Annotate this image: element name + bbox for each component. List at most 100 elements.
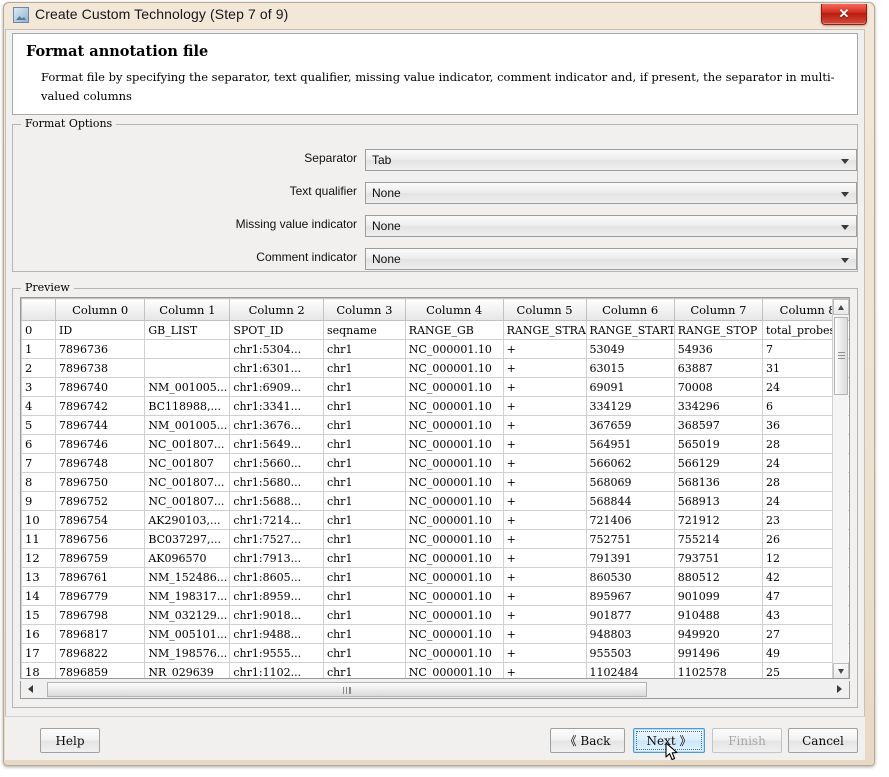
table-cell[interactable]: chr1 <box>323 511 405 530</box>
table-cell[interactable]: NM_001005... <box>145 378 230 397</box>
table-cell[interactable]: seqname <box>323 321 405 340</box>
table-cell[interactable]: NM_198576... <box>145 644 230 663</box>
table-cell[interactable]: NC_000001.10 <box>405 473 503 492</box>
column-header[interactable]: Column 4 <box>405 299 503 321</box>
row-number-cell[interactable]: 17 <box>22 644 56 663</box>
table-cell[interactable]: + <box>503 549 586 568</box>
scroll-left-button[interactable] <box>23 682 39 696</box>
cancel-button[interactable]: Cancel <box>788 728 858 753</box>
table-cell[interactable]: chr1:7214... <box>230 511 324 530</box>
table-cell[interactable]: 7896750 <box>56 473 145 492</box>
column-header[interactable]: Column 0 <box>56 299 145 321</box>
title-bar[interactable]: Create Custom Technology (Step 7 of 9) ✕ <box>3 2 873 30</box>
table-row[interactable]: 77896748NC_001807chr1:5660...chr1NC_0000… <box>22 454 851 473</box>
table-cell[interactable]: 63015 <box>586 359 674 378</box>
text-qualifier-select[interactable]: None <box>365 182 857 204</box>
table-cell[interactable]: NC_000001.10 <box>405 378 503 397</box>
table-row[interactable]: 37896740NM_001005...chr1:6909...chr1NC_0… <box>22 378 851 397</box>
table-cell[interactable]: chr1:7527... <box>230 530 324 549</box>
row-number-cell[interactable]: 7 <box>22 454 56 473</box>
table-row[interactable]: 97896752NC_001807...chr1:5688...chr1NC_0… <box>22 492 851 511</box>
table-cell[interactable] <box>145 359 230 378</box>
table-cell[interactable]: NC_001807... <box>145 473 230 492</box>
table-cell[interactable]: chr1:9018... <box>230 606 324 625</box>
horizontal-scrollbar[interactable] <box>20 681 850 699</box>
table-cell[interactable]: 7896756 <box>56 530 145 549</box>
table-row[interactable]: 137896761NM_152486...chr1:8605...chr1NC_… <box>22 568 851 587</box>
table-cell[interactable]: 1102578 <box>674 663 762 680</box>
table-cell[interactable]: 955503 <box>586 644 674 663</box>
table-cell[interactable]: chr1:3676... <box>230 416 324 435</box>
table-cell[interactable]: chr1 <box>323 359 405 378</box>
table-cell[interactable]: chr1:9488... <box>230 625 324 644</box>
table-cell[interactable]: + <box>503 530 586 549</box>
column-header[interactable]: Column 2 <box>230 299 324 321</box>
table-cell[interactable]: 752751 <box>586 530 674 549</box>
table-cell[interactable]: chr1:5688... <box>230 492 324 511</box>
table-cell[interactable]: chr1 <box>323 416 405 435</box>
table-cell[interactable]: chr1 <box>323 625 405 644</box>
vertical-scrollbar[interactable] <box>832 299 848 679</box>
table-cell[interactable]: NC_000001.10 <box>405 340 503 359</box>
table-cell[interactable]: chr1 <box>323 397 405 416</box>
missing-value-indicator-select[interactable]: None <box>365 215 857 237</box>
table-cell[interactable]: 7896752 <box>56 492 145 511</box>
table-cell[interactable]: + <box>503 340 586 359</box>
table-cell[interactable]: 7896779 <box>56 587 145 606</box>
table-cell[interactable]: chr1:1102... <box>230 663 324 680</box>
table-cell[interactable]: chr1:5680... <box>230 473 324 492</box>
table-cell[interactable]: chr1:9555... <box>230 644 324 663</box>
row-number-cell[interactable]: 9 <box>22 492 56 511</box>
row-number-cell[interactable]: 3 <box>22 378 56 397</box>
table-cell[interactable]: 7896859 <box>56 663 145 680</box>
table-cell[interactable]: 53049 <box>586 340 674 359</box>
table-cell[interactable]: 334296 <box>674 397 762 416</box>
separator-select[interactable]: Tab <box>365 149 857 171</box>
table-cell[interactable]: BC118988,... <box>145 397 230 416</box>
table-cell[interactable]: 7896748 <box>56 454 145 473</box>
table-cell[interactable]: NM_001005... <box>145 416 230 435</box>
table-cell[interactable] <box>145 340 230 359</box>
table-cell[interactable]: 791391 <box>586 549 674 568</box>
table-cell[interactable]: + <box>503 492 586 511</box>
row-number-cell[interactable]: 13 <box>22 568 56 587</box>
row-number-cell[interactable]: 2 <box>22 359 56 378</box>
table-cell[interactable]: 565019 <box>674 435 762 454</box>
table-cell[interactable]: 721912 <box>674 511 762 530</box>
table-cell[interactable]: 793751 <box>674 549 762 568</box>
close-button[interactable]: ✕ <box>821 4 867 25</box>
vertical-scrollbar-thumb[interactable] <box>834 317 848 395</box>
table-cell[interactable]: NR_029639 <box>145 663 230 680</box>
table-cell[interactable]: chr1:5304... <box>230 340 324 359</box>
table-row[interactable]: 107896754AK290103,...chr1:7214...chr1NC_… <box>22 511 851 530</box>
table-cell[interactable]: NC_001807... <box>145 435 230 454</box>
table-cell[interactable]: 895967 <box>586 587 674 606</box>
table-cell[interactable]: NC_000001.10 <box>405 663 503 680</box>
table-row[interactable]: 87896750NC_001807...chr1:5680...chr1NC_0… <box>22 473 851 492</box>
column-header[interactable]: Column 3 <box>323 299 405 321</box>
table-cell[interactable]: chr1 <box>323 568 405 587</box>
table-cell[interactable]: 7896742 <box>56 397 145 416</box>
table-row[interactable]: 57896744NM_001005...chr1:3676...chr1NC_0… <box>22 416 851 435</box>
table-cell[interactable]: 63887 <box>674 359 762 378</box>
column-header[interactable]: Column 1 <box>145 299 230 321</box>
table-cell[interactable]: chr1:8605... <box>230 568 324 587</box>
table-row[interactable]: 167896817NM_005101...chr1:9488...chr1NC_… <box>22 625 851 644</box>
table-cell[interactable]: 69091 <box>586 378 674 397</box>
table-cell[interactable]: chr1:3341... <box>230 397 324 416</box>
table-cell[interactable]: chr1 <box>323 663 405 680</box>
table-cell[interactable]: 860530 <box>586 568 674 587</box>
table-cell[interactable]: AK096570 <box>145 549 230 568</box>
table-cell[interactable]: NC_000001.10 <box>405 454 503 473</box>
table-cell[interactable]: NC_001807 <box>145 454 230 473</box>
table-cell[interactable]: + <box>503 359 586 378</box>
table-cell[interactable]: NC_000001.10 <box>405 397 503 416</box>
back-button[interactable]: 《 Back <box>550 728 625 753</box>
table-cell[interactable]: NC_000001.10 <box>405 625 503 644</box>
table-cell[interactable]: NM_198317... <box>145 587 230 606</box>
comment-indicator-select[interactable]: None <box>365 248 857 270</box>
table-cell[interactable]: NM_005101... <box>145 625 230 644</box>
table-cell[interactable]: chr1:5660... <box>230 454 324 473</box>
table-cell[interactable]: AK290103,... <box>145 511 230 530</box>
table-cell[interactable]: chr1 <box>323 644 405 663</box>
